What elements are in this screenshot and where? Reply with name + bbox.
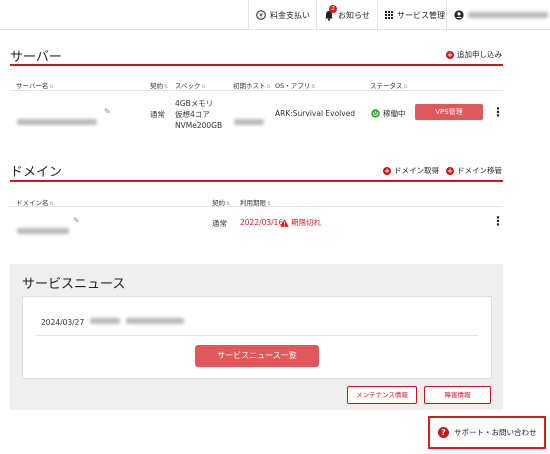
spec-disk: NVMe200GB <box>175 121 223 130</box>
vps-manage-button[interactable]: VPS管理 <box>415 104 483 120</box>
host-redacted <box>234 110 264 129</box>
spec-cpu: 仮想4コア <box>175 110 210 119</box>
server-status: 稼働中 <box>371 108 406 119</box>
col-os-app[interactable]: OS・アプリ⇅ <box>275 80 315 90</box>
domain-divider <box>10 180 503 182</box>
expired-label: 期限切れ <box>291 218 321 227</box>
spec-memory: 4GBメモリ <box>175 99 214 108</box>
status-label: 稼働中 <box>383 109 406 118</box>
grid-icon <box>385 11 393 19</box>
billing-label: 料金支払い <box>270 10 310 20</box>
acquire-domain-link[interactable]: + ドメイン取得 <box>383 165 439 176</box>
server-spec: 4GBメモリ 仮想4コア NVMe200GB <box>175 98 222 131</box>
yen-icon: ¥ <box>256 10 266 20</box>
billing-nav[interactable]: ¥ 料金支払い <box>248 0 314 30</box>
col-server-name[interactable]: サーバー名⇅ <box>16 80 54 90</box>
edit-pencil-icon[interactable]: ✎ <box>104 107 111 116</box>
user-icon <box>454 10 464 20</box>
notice-badge: 2 <box>329 4 337 13</box>
server-contract: 通常 <box>150 110 165 119</box>
account-nav[interactable] <box>446 0 550 30</box>
top-nav: ¥ 料金支払い 2 お知らせ サービス管理 <box>0 0 550 30</box>
col-spec[interactable]: スペック⇅ <box>175 80 206 90</box>
transfer-domain-link[interactable]: + ドメイン移管 <box>446 165 502 176</box>
maintenance-info-button[interactable]: メンテナンス情報 <box>347 386 417 404</box>
service-news-title: サービスニュース <box>22 277 126 292</box>
server-name-redacted[interactable] <box>17 110 97 129</box>
warning-icon <box>280 218 289 227</box>
add-server-label: 追加申し込み <box>457 50 502 59</box>
service-news-list-button[interactable]: サービスニュース一覧 <box>195 345 319 367</box>
server-header-line <box>10 90 503 91</box>
col-status[interactable]: ステータス⇅ <box>370 80 408 90</box>
server-title: サーバー <box>10 50 62 65</box>
service-label: サービス管理 <box>397 10 445 20</box>
domain-expiry-date: 2022/03/16 <box>240 218 284 227</box>
transfer-domain-label: ドメイン移管 <box>457 166 502 175</box>
domain-expired: 期限切れ <box>280 217 321 228</box>
question-icon: ? <box>438 427 449 438</box>
news-divider <box>36 335 478 336</box>
news-date: 2024/03/27 <box>41 318 85 327</box>
edit-pencil-icon[interactable]: ✎ <box>73 216 80 225</box>
col-contract[interactable]: 契約⇅ <box>150 80 168 90</box>
col-initial-host[interactable]: 初期ホスト⇅ <box>233 80 271 90</box>
domain-header-line <box>10 206 503 207</box>
svg-text:¥: ¥ <box>259 12 263 19</box>
service-nav[interactable]: サービス管理 <box>377 0 445 30</box>
bell-icon: 2 <box>324 4 337 21</box>
support-contact-button[interactable]: ? サポート・お問い合わせ <box>428 416 546 449</box>
acquire-domain-label: ドメイン取得 <box>394 166 439 175</box>
notice-label: お知らせ <box>338 10 370 20</box>
server-divider <box>10 64 503 66</box>
domain-contract: 通常 <box>212 219 227 228</box>
server-more-icon[interactable]: ⋮ <box>492 106 504 118</box>
domain-name-redacted[interactable] <box>17 219 69 238</box>
add-server-link[interactable]: + 追加申し込み <box>446 49 502 60</box>
domain-title: ドメイン <box>10 165 63 180</box>
plus-icon: + <box>446 166 454 175</box>
server-app: ARK:Survival Evolved <box>275 109 356 118</box>
notice-nav[interactable]: 2 お知らせ <box>316 0 376 30</box>
plus-icon: + <box>383 166 391 175</box>
domain-more-icon[interactable]: ⋮ <box>492 215 504 227</box>
account-name-redacted <box>468 12 548 18</box>
plus-icon: + <box>446 50 454 59</box>
failure-info-button[interactable]: 障害情報 <box>424 386 491 404</box>
news-text-redacted[interactable] <box>90 318 184 324</box>
running-status-icon <box>371 109 380 118</box>
support-label: サポート・お問い合わせ <box>454 428 537 437</box>
